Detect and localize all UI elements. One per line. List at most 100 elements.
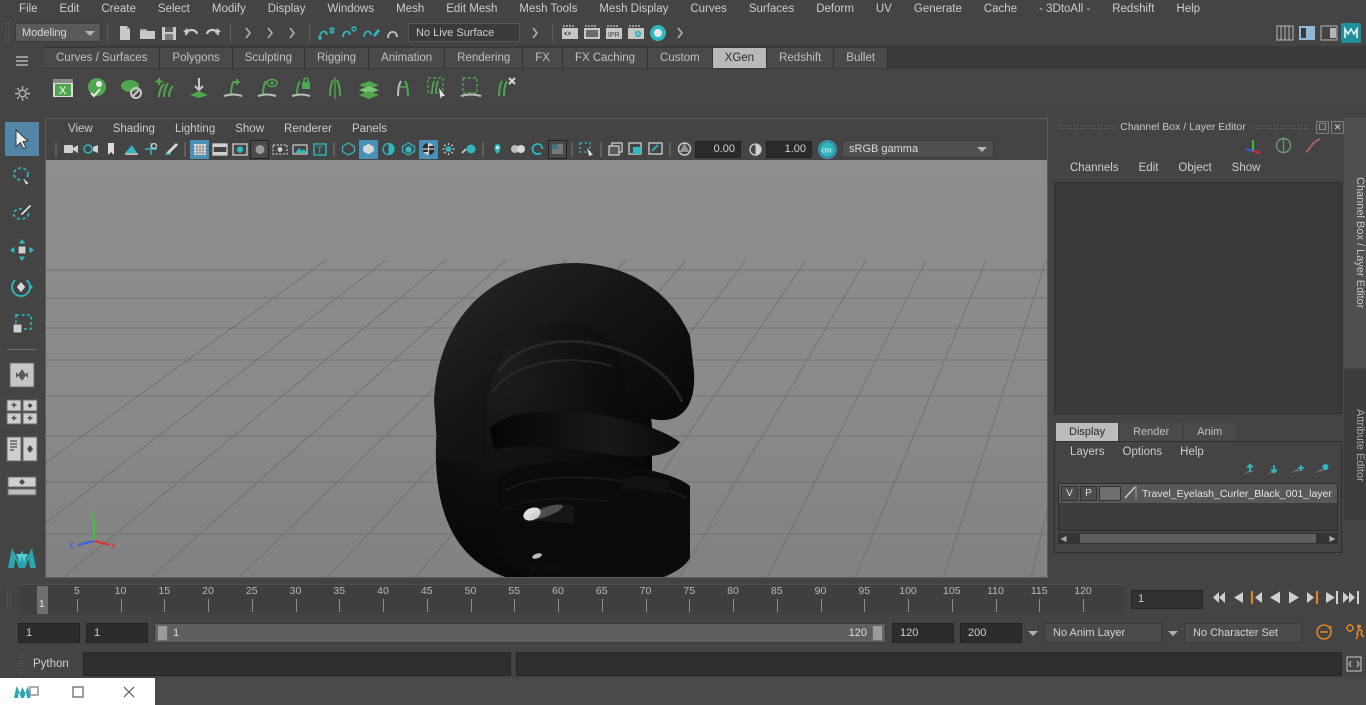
menu-item-mesh-tools[interactable]: Mesh Tools bbox=[508, 0, 588, 19]
range-slider-right-handle[interactable] bbox=[872, 625, 883, 641]
xgen-mirror-guide-icon[interactable] bbox=[320, 72, 350, 104]
select-tool-button[interactable] bbox=[5, 122, 39, 156]
xgen-convert-icon[interactable] bbox=[388, 72, 418, 104]
animation-end-time-field[interactable]: 200 bbox=[960, 623, 1022, 643]
command-line-grip[interactable] bbox=[18, 653, 25, 675]
menu-item-mesh[interactable]: Mesh bbox=[385, 0, 435, 19]
hypershade-icon[interactable] bbox=[647, 22, 669, 44]
texture-display-icon[interactable]: T bbox=[310, 140, 329, 159]
color-space-selector[interactable]: sRGB gamma bbox=[842, 140, 994, 158]
xgen-bake-icon[interactable] bbox=[456, 72, 486, 104]
layer-menu-options[interactable]: Options bbox=[1114, 446, 1172, 458]
menu-item-generate[interactable]: Generate bbox=[903, 0, 973, 19]
all-lights-icon[interactable] bbox=[250, 139, 269, 159]
viewport-menu-panels[interactable]: Panels bbox=[342, 123, 397, 135]
viewport-menu-lighting[interactable]: Lighting bbox=[165, 123, 225, 135]
channel-menu-channels[interactable]: Channels bbox=[1060, 162, 1129, 174]
layer-color-swatch[interactable] bbox=[1099, 486, 1121, 501]
snap-to-projected-center-icon[interactable] bbox=[382, 22, 404, 44]
layer-tab-anim[interactable]: Anim bbox=[1184, 423, 1236, 441]
current-frame-field[interactable]: 1 bbox=[1131, 589, 1203, 609]
maya-app-icon[interactable] bbox=[0, 683, 52, 701]
render-view-icon[interactable] bbox=[559, 22, 581, 44]
animation-curve-icon[interactable] bbox=[1304, 137, 1322, 157]
panel-settings-icon[interactable] bbox=[646, 140, 665, 159]
layer-playback-toggle[interactable]: P bbox=[1080, 486, 1097, 501]
xgen-guide-visibility-icon[interactable] bbox=[252, 72, 282, 104]
layout-hypergraph-button[interactable] bbox=[5, 469, 39, 503]
xgen-preview-icon[interactable] bbox=[82, 72, 112, 104]
close-window-icon[interactable] bbox=[103, 685, 155, 699]
new-scene-icon[interactable] bbox=[114, 22, 136, 44]
menu-item-mesh-display[interactable]: Mesh Display bbox=[588, 0, 679, 19]
shelf-tab-fx[interactable]: FX bbox=[523, 48, 563, 68]
exposure-field[interactable]: 0.00 bbox=[695, 140, 741, 158]
shelf-tab-rendering[interactable]: Rendering bbox=[445, 48, 524, 68]
xgen-add-description-icon[interactable] bbox=[150, 72, 180, 104]
scroll-right-arrow-icon[interactable]: ▶ bbox=[1327, 534, 1338, 543]
shelf-tab-bullet[interactable]: Bullet bbox=[834, 48, 889, 68]
sidebar-toggle-attribute-icon[interactable] bbox=[1274, 22, 1296, 44]
shelf-tab-polygons[interactable]: Polygons bbox=[160, 48, 233, 68]
smooth-shade-all-icon[interactable] bbox=[210, 140, 229, 159]
select-by-hierarchy-icon[interactable] bbox=[237, 22, 259, 44]
hardware-texturing-icon[interactable] bbox=[508, 140, 527, 159]
step-forward-frame-icon[interactable] bbox=[1305, 590, 1321, 608]
select-region-marquee-icon[interactable] bbox=[577, 140, 596, 159]
layer-row[interactable]: V P Travel_Eyelash_Curler_Black_001_laye… bbox=[1059, 484, 1337, 503]
gamma-field[interactable]: 1.00 bbox=[766, 140, 812, 158]
shadows-icon[interactable] bbox=[270, 140, 289, 159]
light-toggle-icon[interactable] bbox=[439, 140, 458, 159]
range-slider-left-handle[interactable] bbox=[157, 625, 168, 641]
maximize-window-icon[interactable] bbox=[52, 685, 104, 699]
render-globals-icon[interactable] bbox=[1275, 137, 1292, 157]
step-forward-keyframe-icon[interactable] bbox=[1324, 590, 1339, 608]
live-surface-field[interactable]: No Live Surface bbox=[408, 23, 520, 42]
image-plane-icon[interactable] bbox=[121, 140, 140, 159]
menu-set-selector[interactable]: Modeling bbox=[15, 23, 101, 42]
script-editor-icon[interactable] bbox=[1342, 656, 1366, 672]
select-toggle-icon[interactable] bbox=[669, 22, 691, 44]
shelf-tab-fx-caching[interactable]: FX Caching bbox=[562, 48, 649, 68]
render-settings-icon[interactable] bbox=[625, 22, 647, 44]
move-layer-down-icon[interactable] bbox=[1266, 463, 1281, 479]
move-layer-up-icon[interactable] bbox=[1242, 463, 1257, 479]
anim-layer-selector[interactable]: No Anim Layer bbox=[1044, 623, 1162, 643]
rotate-tool-button[interactable] bbox=[5, 270, 39, 304]
lasso-select-tool-button[interactable] bbox=[5, 159, 39, 193]
isolate-select-icon[interactable] bbox=[488, 140, 507, 159]
xgen-delete-guide-icon[interactable] bbox=[490, 72, 520, 104]
step-back-frame-icon[interactable] bbox=[1248, 590, 1264, 608]
shelf-tab-curves-surfaces[interactable]: Curves / Surfaces bbox=[44, 48, 161, 68]
menu-item-3dtoall[interactable]: - 3DtoAll - bbox=[1028, 0, 1101, 19]
undock-panel-icon[interactable]: ☐ bbox=[1316, 120, 1329, 134]
panel-snapshot-icon[interactable] bbox=[626, 140, 645, 159]
snap-to-point-icon[interactable] bbox=[360, 22, 382, 44]
gamma-toggle-icon[interactable] bbox=[528, 140, 547, 159]
scrollbar-thumb[interactable] bbox=[1080, 534, 1316, 543]
channel-menu-show[interactable]: Show bbox=[1222, 162, 1271, 174]
animation-preferences-icon[interactable] bbox=[1344, 623, 1366, 644]
vertical-tab-channel-box[interactable]: Channel Box / Layer Editor bbox=[1344, 118, 1366, 368]
menu-item-surfaces[interactable]: Surfaces bbox=[738, 0, 805, 19]
character-set-chevron-icon[interactable] bbox=[1168, 630, 1178, 636]
menu-item-help[interactable]: Help bbox=[1165, 0, 1211, 19]
two-sided-lighting-icon[interactable] bbox=[459, 140, 478, 159]
layout-single-pane-button[interactable] bbox=[5, 358, 39, 392]
viewport-3d-canvas[interactable]: y x z persp bbox=[46, 160, 1047, 577]
layout-two-pane-button[interactable] bbox=[5, 395, 39, 429]
shelf-tab-animation[interactable]: Animation bbox=[369, 48, 446, 68]
menu-item-uv[interactable]: UV bbox=[865, 0, 903, 19]
sidebar-toggle-tool-icon[interactable] bbox=[1296, 22, 1318, 44]
go-to-start-icon[interactable] bbox=[1209, 590, 1227, 608]
undo-icon[interactable] bbox=[180, 22, 202, 44]
shelf-tab-sculpting[interactable]: Sculpting bbox=[232, 48, 306, 68]
texture-checker-icon[interactable] bbox=[419, 139, 438, 159]
menu-item-curves[interactable]: Curves bbox=[679, 0, 737, 19]
menu-item-redshift[interactable]: Redshift bbox=[1101, 0, 1165, 19]
shelf-options-menu-icon[interactable] bbox=[11, 50, 33, 72]
play-forwards-icon[interactable] bbox=[1286, 590, 1302, 608]
grease-pencil-icon[interactable] bbox=[161, 140, 180, 159]
bookmark-icon[interactable] bbox=[101, 140, 120, 159]
wireframe-shading-icon[interactable] bbox=[190, 139, 209, 159]
